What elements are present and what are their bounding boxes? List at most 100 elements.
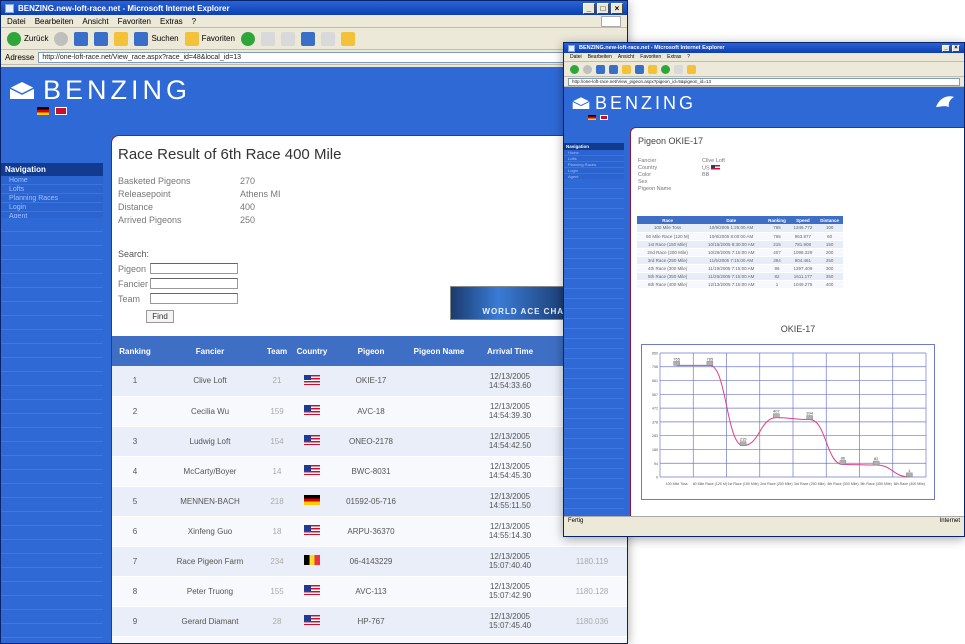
english-flag-icon[interactable] [600,115,608,120]
table-row[interactable]: 5 MENNEN-BACH 218 01592-05-716 12/13/2005 14… [112,486,627,517]
mail-icon[interactable] [260,31,275,46]
minimize-icon[interactable]: _ [583,2,595,14]
stop-icon[interactable] [74,31,89,46]
search-row-pigeon: Pigeon [118,263,238,274]
history-icon[interactable] [240,31,255,46]
col-ranking[interactable]: Ranking [112,336,158,366]
col-country[interactable]: Country [292,336,332,366]
history-icon[interactable] [661,64,670,74]
menu-bearbeiten[interactable]: Bearbeiten [35,17,74,26]
nav-item-home[interactable]: Home [1,176,103,185]
race-title: Race Result of 6th Race 400 Mile [118,146,342,163]
mail-icon[interactable] [674,64,683,74]
table-row[interactable]: 3rd Race (250 Mile) 11/5/2005 7:15:00 AM 3… [637,256,843,265]
fancier-search-input[interactable] [150,278,238,289]
table-row[interactable]: 6th Race (400 Mile) 12/13/2005 7:15:00 AM… [637,280,843,289]
world-ace-banner[interactable]: WORLD ACE CHA [450,286,570,320]
col-pigeon-name[interactable]: Pigeon Name [410,336,468,366]
search-icon[interactable] [635,64,644,74]
table-row[interactable]: 60 Mile Race (120 M) 10/8/2005 8:00:00 AM… [637,232,843,241]
us-flag-icon [711,165,721,171]
col-team[interactable]: Team [262,336,292,366]
table-row[interactable]: 6 Xinfeng Guo 18 ARPU-36370 12/13/2005 14:55… [112,516,627,547]
menu-extras[interactable]: Extras [667,54,681,60]
table-row[interactable]: 2nd Race (200 Mile) 10/29/2005 7:15:00 AM… [637,248,843,257]
star-icon[interactable] [648,64,657,74]
german-flag-icon[interactable] [588,115,596,120]
menu-datei[interactable]: Datei [570,54,582,60]
maximize-icon[interactable]: □ [597,2,609,14]
table-row[interactable]: 8 Peter Truong 155 AVC-113 12/13/2005 15:07:… [112,576,627,607]
menu-datei[interactable]: Datei [7,17,26,26]
messenger-icon[interactable] [300,31,315,46]
back-button[interactable]: Zurück [7,31,48,46]
table-row[interactable]: 5th Race (350 Mile) 11/26/2005 7:15:00 AM… [637,272,843,281]
table-row[interactable]: 100 Mile Toss 10/9/2005 1:25:00 AM 765 1346… [637,224,843,233]
pigeon-search-input[interactable] [150,263,238,274]
close-icon[interactable]: × [952,44,960,52]
menu-favoriten[interactable]: Favoriten [640,54,661,60]
table-row[interactable]: 2 Cecilia Wu 159 AVC-18 12/13/2005 14:54:39.… [112,396,627,427]
data-point [839,460,847,465]
home-icon[interactable] [114,31,129,46]
fancier-cell: Ludwig Loft [158,426,262,457]
home-icon[interactable] [622,64,631,74]
ranking-cell: 765 [764,232,790,241]
address-field[interactable]: http://one-loft-race.net/View_pigeon.asp… [568,77,960,86]
col-pigeon[interactable]: Pigeon [332,336,410,366]
menu-help[interactable]: ? [687,54,690,60]
stop-icon[interactable] [596,64,605,74]
refresh-icon[interactable] [94,31,109,46]
table-row[interactable]: 4 McCarty/Boyer 14 BWC-8031 12/13/2005 14:54… [112,456,627,487]
col-race[interactable]: Race [637,216,699,224]
forward-arrow-icon[interactable] [583,64,592,74]
minimize-icon[interactable]: _ [942,44,950,52]
col-fancier[interactable]: Fancier [158,336,262,366]
nav-item-lofts[interactable]: Lofts [1,185,103,194]
folder-icon[interactable] [687,64,696,74]
menu-ansicht[interactable]: Ansicht [82,17,108,26]
address-field[interactable]: http://one-loft-race.net/View_race.aspx?… [38,51,623,63]
pigeon-name-cell [410,426,468,457]
back-arrow-icon[interactable] [570,64,579,74]
table-row[interactable]: 1st Race (150 Mile) 10/15/2005 8:30:00 AM… [637,240,843,249]
main-address-bar: Adresse http://one-loft-race.net/View_ra… [1,50,627,65]
menu-bearbeiten[interactable]: Bearbeiten [588,54,612,60]
favorites-button[interactable]: Favoriten [184,31,235,46]
col-ranking[interactable]: Ranking [764,216,790,224]
table-row[interactable]: 10Norbert De Schrijver222 06-4153154 12/13… [112,636,627,643]
nav-item-planning-races[interactable]: Planning Races [1,194,103,203]
fancier-cell: McCarty/Boyer [158,456,262,487]
menu-help[interactable]: ? [192,17,196,26]
col-distance[interactable]: Distance [816,216,843,224]
english-flag-icon[interactable] [55,107,67,115]
star-icon [184,31,199,46]
team-cell: 155 [262,576,292,607]
col-speed[interactable]: Speed [789,216,817,224]
table-row[interactable]: 4th Race (300 Mile) 11/19/2005 7:15:00 AM… [637,264,843,273]
col-arrival-time[interactable]: Arrival Time [468,336,552,366]
table-row[interactable]: 3 Ludwig Loft 154 ONEO-2178 12/13/2005 14:54… [112,426,627,457]
edit-icon[interactable] [320,31,335,46]
info-value: BB [702,172,710,179]
menu-extras[interactable]: Extras [160,17,183,26]
be-flag-icon [304,555,320,565]
close-icon[interactable]: × [611,2,623,14]
german-flag-icon[interactable] [37,107,49,115]
find-button[interactable]: Find [146,310,174,323]
search-button[interactable]: Suchen [134,31,179,46]
table-row[interactable]: 7 Race Pigeon Farm 234 06-4143229 12/13/2005… [112,546,627,577]
table-row[interactable]: 9 Gerard Diamant 28 HP-767 12/13/2005 15:07:… [112,606,627,637]
forward-arrow-icon[interactable] [54,31,69,46]
folder-icon[interactable] [340,31,355,46]
menu-ansicht[interactable]: Ansicht [618,54,634,60]
team-search-input[interactable] [150,293,238,304]
data-point [706,361,714,366]
race-cell: 3rd Race (250 Mile) [637,256,699,265]
table-row[interactable]: 1 Clive Loft 21 OKIE-17 12/13/2005 14:54:33.… [112,366,627,397]
refresh-icon[interactable] [609,64,618,74]
menu-favoriten[interactable]: Favoriten [118,17,151,26]
print-icon[interactable] [280,31,295,46]
col-date[interactable]: Date [698,216,765,224]
nav-item-login[interactable]: Login [1,203,103,212]
